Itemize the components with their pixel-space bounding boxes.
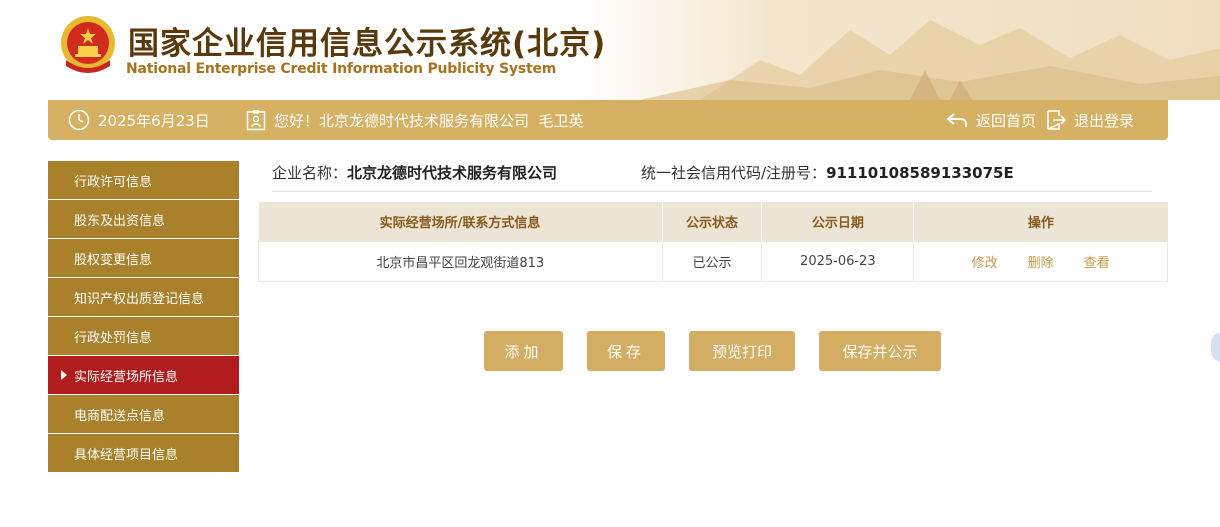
logout-link[interactable]: 退出登录 [1044, 100, 1134, 140]
column-header-date: 公示日期 [761, 202, 915, 241]
date-cell: 2025-06-23 [761, 240, 915, 282]
sidebar-item-ip-pledge[interactable]: 知识产权出质登记信息 [48, 278, 239, 316]
status-cell: 已公示 [661, 240, 763, 282]
sidebar-item-label: 股权变更信息 [74, 252, 153, 268]
user-card-icon [246, 110, 266, 131]
logout-icon [1047, 110, 1066, 130]
sidebar-item-business-premises[interactable]: 实际经营场所信息 [48, 356, 239, 394]
mountain-landscape-banner [580, 0, 1220, 100]
home-link[interactable]: 返回首页 [946, 100, 1036, 140]
user-info-bar: 2025年6月23日 您好！北京龙德时代技术服务有限公司 毛卫英 返回首页 退出… [48, 100, 1168, 140]
view-link[interactable]: 查看 [1084, 256, 1110, 271]
save-and-publish-button[interactable]: 保存并公示 [819, 331, 941, 371]
logout-label: 退出登录 [1074, 111, 1135, 130]
company-name: 企业名称：北京龙德时代技术服务有限公司 [272, 162, 557, 183]
save-button[interactable]: 保存 [587, 331, 665, 371]
floating-side-tab[interactable] [1211, 332, 1220, 362]
add-button[interactable]: 添加 [484, 331, 563, 371]
column-header-actions: 操作 [913, 202, 1168, 241]
sidebar-item-shareholders[interactable]: 股东及出资信息 [48, 200, 239, 238]
system-title-english: National Enterprise Credit Information P… [126, 61, 557, 77]
table-header-row: 实际经营场所/联系方式信息 公示状态 公示日期 操作 [258, 202, 1168, 241]
column-header-address: 实际经营场所/联系方式信息 [258, 202, 663, 241]
arrow-right-icon [61, 370, 67, 380]
table-row: 北京市昌平区回龙观街道813 已公示 2025-06-23 修改 删除 查看 [258, 240, 1168, 282]
greeting: 您好！北京龙德时代技术服务有限公司 毛卫英 [246, 100, 584, 140]
sidebar-item-label: 股东及出资信息 [74, 213, 166, 229]
sidebar-item-admin-license[interactable]: 行政许可信息 [48, 161, 239, 199]
delete-link[interactable]: 删除 [1028, 256, 1054, 271]
sidebar-item-label: 知识产权出质登记信息 [74, 291, 205, 307]
preview-print-button[interactable]: 预览打印 [689, 331, 795, 371]
company-name-value: 北京龙德时代技术服务有限公司 [347, 164, 558, 182]
edit-link[interactable]: 修改 [972, 256, 998, 271]
column-header-status: 公示状态 [662, 202, 763, 241]
date-display: 2025年6月23日 [68, 100, 210, 140]
greeting-text: 您好！北京龙德时代技术服务有限公司 毛卫英 [274, 111, 584, 130]
address-cell: 北京市昌平区回龙观街道813 [258, 240, 663, 282]
home-label: 返回首页 [976, 111, 1037, 130]
credit-code: 统一社会信用代码/注册号：91110108589133075E [641, 162, 1014, 183]
sidebar-item-label: 电商配送点信息 [74, 408, 166, 424]
page-header: 国家企业信用信息公示系统(北京) National Enterprise Cre… [0, 0, 1220, 100]
current-date: 2025年6月23日 [98, 111, 210, 130]
sidebar-item-label: 实际经营场所信息 [74, 369, 179, 385]
clock-icon [68, 109, 90, 131]
company-info: 企业名称：北京龙德时代技术服务有限公司 统一社会信用代码/注册号：9111010… [272, 160, 1152, 192]
sidebar-item-label: 行政许可信息 [74, 174, 153, 190]
company-name-label: 企业名称： [272, 164, 348, 182]
sidebar-item-equity-change[interactable]: 股权变更信息 [48, 239, 239, 277]
credit-code-value: 91110108589133075E [826, 164, 1014, 182]
actions-cell: 修改 删除 查看 [913, 240, 1168, 282]
sidebar-item-admin-penalty[interactable]: 行政处罚信息 [48, 317, 239, 355]
return-arrow-icon [946, 113, 967, 127]
sidebar-item-business-projects[interactable]: 具体经营项目信息 [48, 434, 239, 472]
system-title: 国家企业信用信息公示系统(北京) [128, 26, 607, 62]
sidebar-nav: 行政许可信息 股东及出资信息 股权变更信息 知识产权出质登记信息 行政处罚信息 … [48, 161, 239, 473]
sidebar-item-ecommerce-delivery[interactable]: 电商配送点信息 [48, 395, 239, 433]
credit-code-label: 统一社会信用代码/注册号： [641, 164, 827, 182]
premises-table: 实际经营场所/联系方式信息 公示状态 公示日期 操作 北京市昌平区回龙观街道81… [258, 202, 1168, 282]
national-emblem-icon [61, 16, 115, 73]
sidebar-item-label: 具体经营项目信息 [74, 447, 179, 463]
sidebar-item-label: 行政处罚信息 [74, 330, 153, 346]
